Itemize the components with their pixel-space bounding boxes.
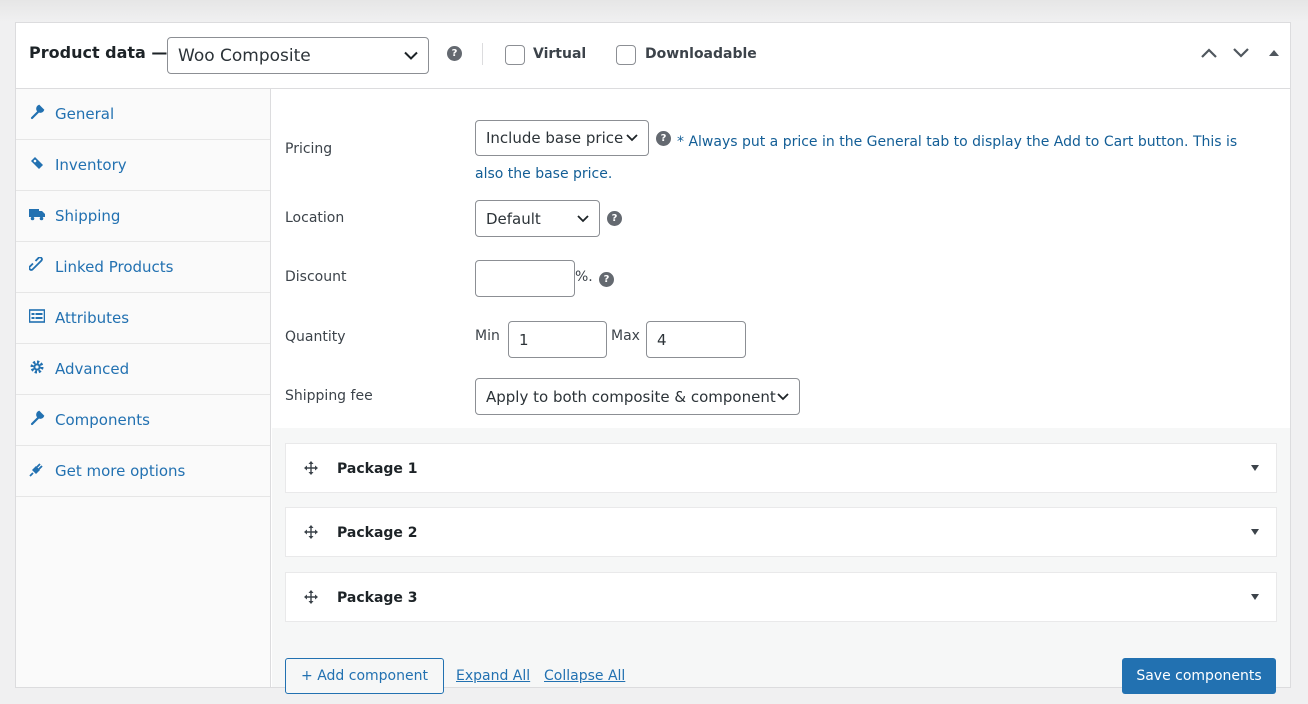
package-name: Package 3 [337, 590, 418, 606]
tab-label: Shipping [55, 207, 121, 225]
tab-inventory[interactable]: Inventory [16, 140, 270, 191]
package-name: Package 1 [337, 461, 418, 477]
product-data-header: Product data — Woo Composite ? Virtual D… [16, 23, 1290, 89]
downloadable-checkbox[interactable] [616, 45, 636, 65]
gear-icon [30, 360, 44, 374]
quantity-max-value: 4 [657, 330, 667, 349]
tab-shipping[interactable]: Shipping [16, 191, 270, 242]
tab-label: Attributes [55, 309, 130, 327]
add-component-button[interactable]: + Add component [285, 658, 444, 694]
help-icon[interactable]: ? [607, 211, 622, 226]
help-icon[interactable]: ? [447, 46, 462, 61]
list-icon [29, 309, 45, 323]
plugin-icon [29, 463, 43, 477]
help-icon[interactable]: ? [599, 272, 614, 287]
tab-general[interactable]: General [16, 89, 270, 140]
quantity-min-label: Min [475, 328, 500, 344]
product-type-select[interactable]: Woo Composite [167, 37, 429, 74]
expand-all-link[interactable]: Expand All [456, 668, 530, 684]
move-icon[interactable] [304, 525, 318, 539]
discount-label: Discount [285, 269, 347, 285]
quantity-max-input[interactable]: 4 [646, 321, 746, 358]
tab-label: General [55, 105, 115, 123]
tab-label: Advanced [55, 360, 130, 378]
tab-attributes[interactable]: Attributes [16, 293, 270, 344]
quantity-label: Quantity [285, 329, 346, 345]
wrench-icon [30, 410, 45, 426]
components-panel: Pricing Include base price ? * Always pu… [272, 89, 1290, 694]
tab-label: Get more options [55, 462, 186, 480]
page-top-shadow [0, 0, 1308, 22]
quantity-min-input[interactable]: 1 [508, 321, 607, 358]
product-type-value: Woo Composite [178, 45, 311, 66]
save-components-button[interactable]: Save components [1122, 658, 1276, 694]
chevron-up-icon[interactable] [1200, 47, 1218, 59]
package-name: Package 2 [337, 525, 418, 541]
quantity-max-label: Max [611, 328, 640, 344]
header-divider [482, 43, 483, 65]
chevron-down-icon[interactable] [1232, 47, 1250, 59]
move-icon[interactable] [304, 590, 318, 604]
panel-title: Product data — [29, 43, 168, 62]
location-label: Location [285, 210, 345, 226]
expand-arrow-icon[interactable] [1251, 594, 1259, 600]
discount-suffix: %. [575, 269, 593, 285]
expand-arrow-icon[interactable] [1251, 465, 1259, 471]
product-data-panel: Product data — Woo Composite ? Virtual D… [15, 22, 1291, 694]
move-icon[interactable] [304, 461, 318, 475]
shipping-fee-label: Shipping fee [285, 388, 373, 404]
link-icon [29, 257, 43, 271]
expand-arrow-icon[interactable] [1251, 529, 1259, 535]
wrench-icon [30, 104, 45, 120]
collapse-arrow-icon[interactable] [1269, 49, 1279, 57]
quantity-min-value: 1 [519, 330, 529, 349]
chevron-down-icon [777, 392, 789, 400]
tab-label: Inventory [55, 156, 127, 174]
composite-settings-form: Pricing Include base price ? * Always pu… [272, 89, 1290, 428]
virtual-label: Virtual [533, 46, 587, 62]
tab-components[interactable]: Components [16, 395, 270, 446]
component-package-row[interactable]: Package 1 [285, 443, 1277, 493]
shipping-fee-select[interactable]: Apply to both composite & component [475, 378, 800, 415]
pricing-note: * Always put a price in the General tab … [475, 134, 1238, 182]
truck-icon [29, 209, 45, 221]
pricing-label: Pricing [285, 141, 333, 157]
tab-get-more-options[interactable]: Get more options [16, 446, 270, 497]
virtual-checkbox[interactable] [505, 45, 525, 65]
tag-icon [31, 157, 43, 169]
discount-input[interactable] [475, 260, 575, 297]
shipping-fee-value: Apply to both composite & component [486, 387, 776, 406]
location-select[interactable]: Default [475, 200, 600, 237]
downloadable-label: Downloadable [645, 46, 757, 62]
chevron-down-icon [404, 51, 418, 60]
tab-label: Linked Products [55, 258, 174, 276]
collapse-all-link[interactable]: Collapse All [544, 668, 625, 684]
tab-label: Components [55, 411, 150, 429]
tab-advanced[interactable]: Advanced [16, 344, 270, 395]
product-data-tabs: General Inventory Shipping Linked Produc… [16, 89, 271, 687]
component-package-row[interactable]: Package 3 [285, 572, 1277, 622]
location-value: Default [486, 209, 541, 228]
tab-linked-products[interactable]: Linked Products [16, 242, 270, 293]
component-package-row[interactable]: Package 2 [285, 507, 1277, 557]
chevron-down-icon [577, 214, 589, 222]
